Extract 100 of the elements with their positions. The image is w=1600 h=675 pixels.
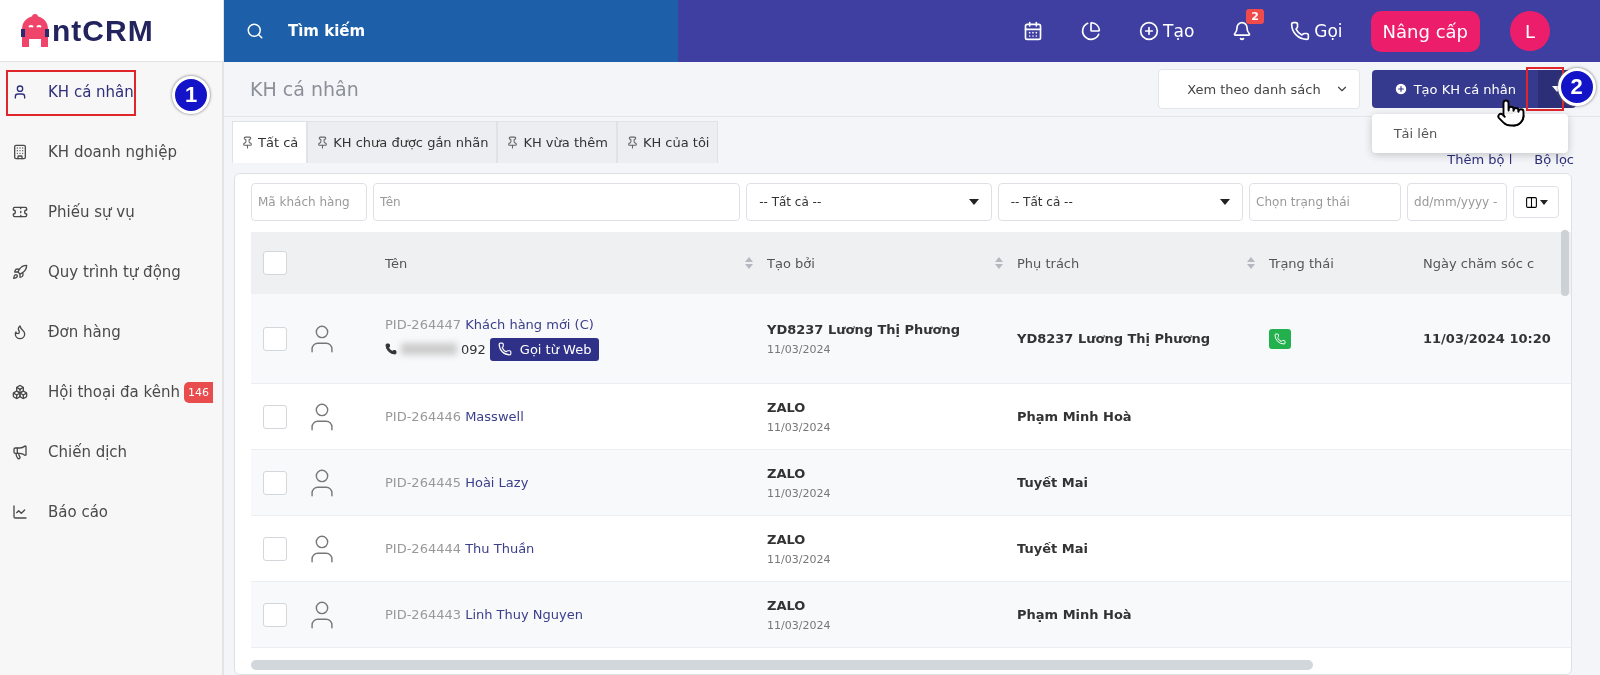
column-header: Ngày chăm sóc c (1423, 255, 1535, 271)
created-date: 11/03/2024 (767, 618, 832, 632)
checkbox[interactable] (263, 251, 287, 275)
view-select[interactable]: Xem theo danh sách (1157, 69, 1360, 109)
column-header: Tạo bởi (767, 255, 815, 271)
sidebar-label: KH cá nhân (48, 83, 134, 101)
customer-name-link[interactable]: PID-264446 Masswell (385, 409, 759, 424)
pin-icon (316, 136, 330, 149)
pin-icon (625, 136, 639, 149)
created-date: 11/03/2024 (767, 486, 832, 500)
customer-name-link[interactable]: PID-264447 Khách hàng mới (C) (385, 316, 759, 332)
filter-link[interactable]: Thêm bộ l (1447, 152, 1513, 167)
robot-logo-icon (18, 12, 52, 49)
sidebar-item[interactable]: Chiến dịch (0, 422, 222, 482)
count-badge: 146 (183, 381, 213, 403)
created-date: 11/03/2024 (767, 342, 832, 356)
line-chart-icon (12, 504, 28, 520)
call-link[interactable]: Gọi (1290, 21, 1343, 41)
scrollbar[interactable] (251, 660, 1313, 670)
upgrade-button[interactable]: Nâng cấp (1370, 10, 1480, 52)
sidebar-item[interactable]: Hội thoại đa kênh 146 (0, 362, 222, 422)
megaphone-icon (12, 444, 28, 460)
sidebar-item[interactable]: KH cá nhân 1 (0, 62, 222, 122)
plus-circle-icon (1393, 82, 1408, 96)
caret-icon (968, 199, 979, 205)
call-web-button[interactable]: Gọi từ Web (489, 337, 600, 361)
filter-input[interactable]: Tên (373, 183, 741, 221)
checkbox[interactable] (263, 536, 287, 561)
boxes-icon (12, 384, 28, 400)
sort-icon[interactable] (995, 257, 1003, 269)
create-customer-button[interactable]: Tạo KH cá nhân (1371, 70, 1538, 108)
column-header: Phụ trách (1017, 255, 1080, 271)
tab[interactable]: Tất cả (232, 121, 308, 163)
sidebar-label: Hội thoại đa kênh (48, 383, 180, 401)
sidebar-label: KH doanh nghiệp (48, 143, 177, 161)
phone-icon (1290, 21, 1311, 41)
person-icon (12, 84, 28, 100)
tab[interactable]: KH chưa được gắn nhãn (307, 121, 498, 163)
blurred-number (401, 343, 457, 355)
bell-icon[interactable] (1232, 21, 1253, 41)
create-link[interactable]: Tạo (1139, 21, 1195, 41)
sidebar-item[interactable]: KH doanh nghiệp (0, 122, 222, 182)
checkbox[interactable] (263, 404, 287, 429)
creator-name: ZALO (767, 531, 807, 547)
step-number: 1 (172, 76, 210, 114)
checkbox[interactable] (263, 602, 287, 627)
sidebar-item[interactable]: Phiếu sự vụ (0, 182, 222, 242)
flame-icon (12, 324, 28, 340)
checkbox[interactable] (263, 326, 287, 351)
filter-link[interactable]: Bộ lọc (1534, 152, 1574, 167)
caret-icon (1539, 199, 1548, 205)
pin-icon (506, 136, 520, 149)
ticket-icon (12, 204, 28, 220)
created-date: 11/03/2024 (767, 552, 832, 566)
search-icon[interactable] (246, 22, 264, 40)
logo-text: ntCRM (52, 13, 154, 48)
pie-chart-icon[interactable] (1081, 21, 1102, 41)
sort-icon[interactable] (745, 257, 753, 269)
filter-input[interactable]: Chọn trạng thái (1249, 183, 1402, 221)
page-title: KH cá nhân (250, 78, 360, 100)
sidebar-label: Chiến dịch (48, 443, 128, 461)
owner-name: Phạm Minh Hoà (1017, 607, 1133, 622)
building-icon (12, 144, 28, 160)
filter-input[interactable]: Mã khách hàng (251, 183, 367, 221)
phone-number: 092 (461, 341, 486, 357)
phone-icon (385, 343, 397, 355)
sidebar-label: Báo cáo (48, 503, 109, 521)
plus-circle-icon (1139, 21, 1160, 41)
sidebar-item[interactable]: Quy trình tự động (0, 242, 222, 302)
column-header: Trạng thái (1269, 255, 1334, 271)
filter-select[interactable]: -- Tất cả -- (746, 183, 992, 221)
caret-icon (1220, 199, 1231, 205)
creator-name: ZALO (767, 399, 807, 415)
creator-name: ZALO (767, 465, 807, 481)
user-avatar[interactable]: L (1510, 11, 1550, 51)
sidebar-label: Đơn hàng (48, 323, 121, 341)
filter-input[interactable]: dd/mm/yyyy - (1407, 183, 1508, 221)
scrollbar[interactable] (1561, 230, 1569, 296)
sidebar-label: Quy trình tự động (48, 263, 181, 281)
tab[interactable]: KH vừa thêm (497, 121, 617, 163)
rocket-icon (12, 264, 28, 280)
sort-icon[interactable] (1247, 257, 1255, 269)
filter-select[interactable]: -- Tất cả -- (997, 183, 1244, 221)
owner-name: Phạm Minh Hoà (1017, 409, 1133, 424)
owner-name: Tuyết Mai (1017, 541, 1089, 556)
sidebar-label: Phiếu sự vụ (48, 203, 135, 221)
calendar-icon[interactable] (1023, 21, 1044, 41)
columns-button[interactable] (1513, 186, 1559, 218)
sidebar-item[interactable]: Đơn hàng (0, 302, 222, 362)
customer-name-link[interactable]: PID-264444 Thu Thuần (385, 541, 759, 556)
columns-icon (1524, 195, 1538, 209)
checkbox[interactable] (263, 470, 287, 495)
menu-item[interactable]: Tải lên (1371, 118, 1568, 149)
tab[interactable]: KH của tôi (616, 121, 719, 163)
created-date: 11/03/2024 (767, 420, 832, 434)
sidebar-item[interactable]: Báo cáo (0, 482, 222, 542)
owner-name: Tuyết Mai (1017, 475, 1089, 490)
column-header: Tên (385, 255, 408, 271)
search-field[interactable]: Tìm kiếm (288, 22, 366, 40)
phone-icon (497, 342, 512, 356)
